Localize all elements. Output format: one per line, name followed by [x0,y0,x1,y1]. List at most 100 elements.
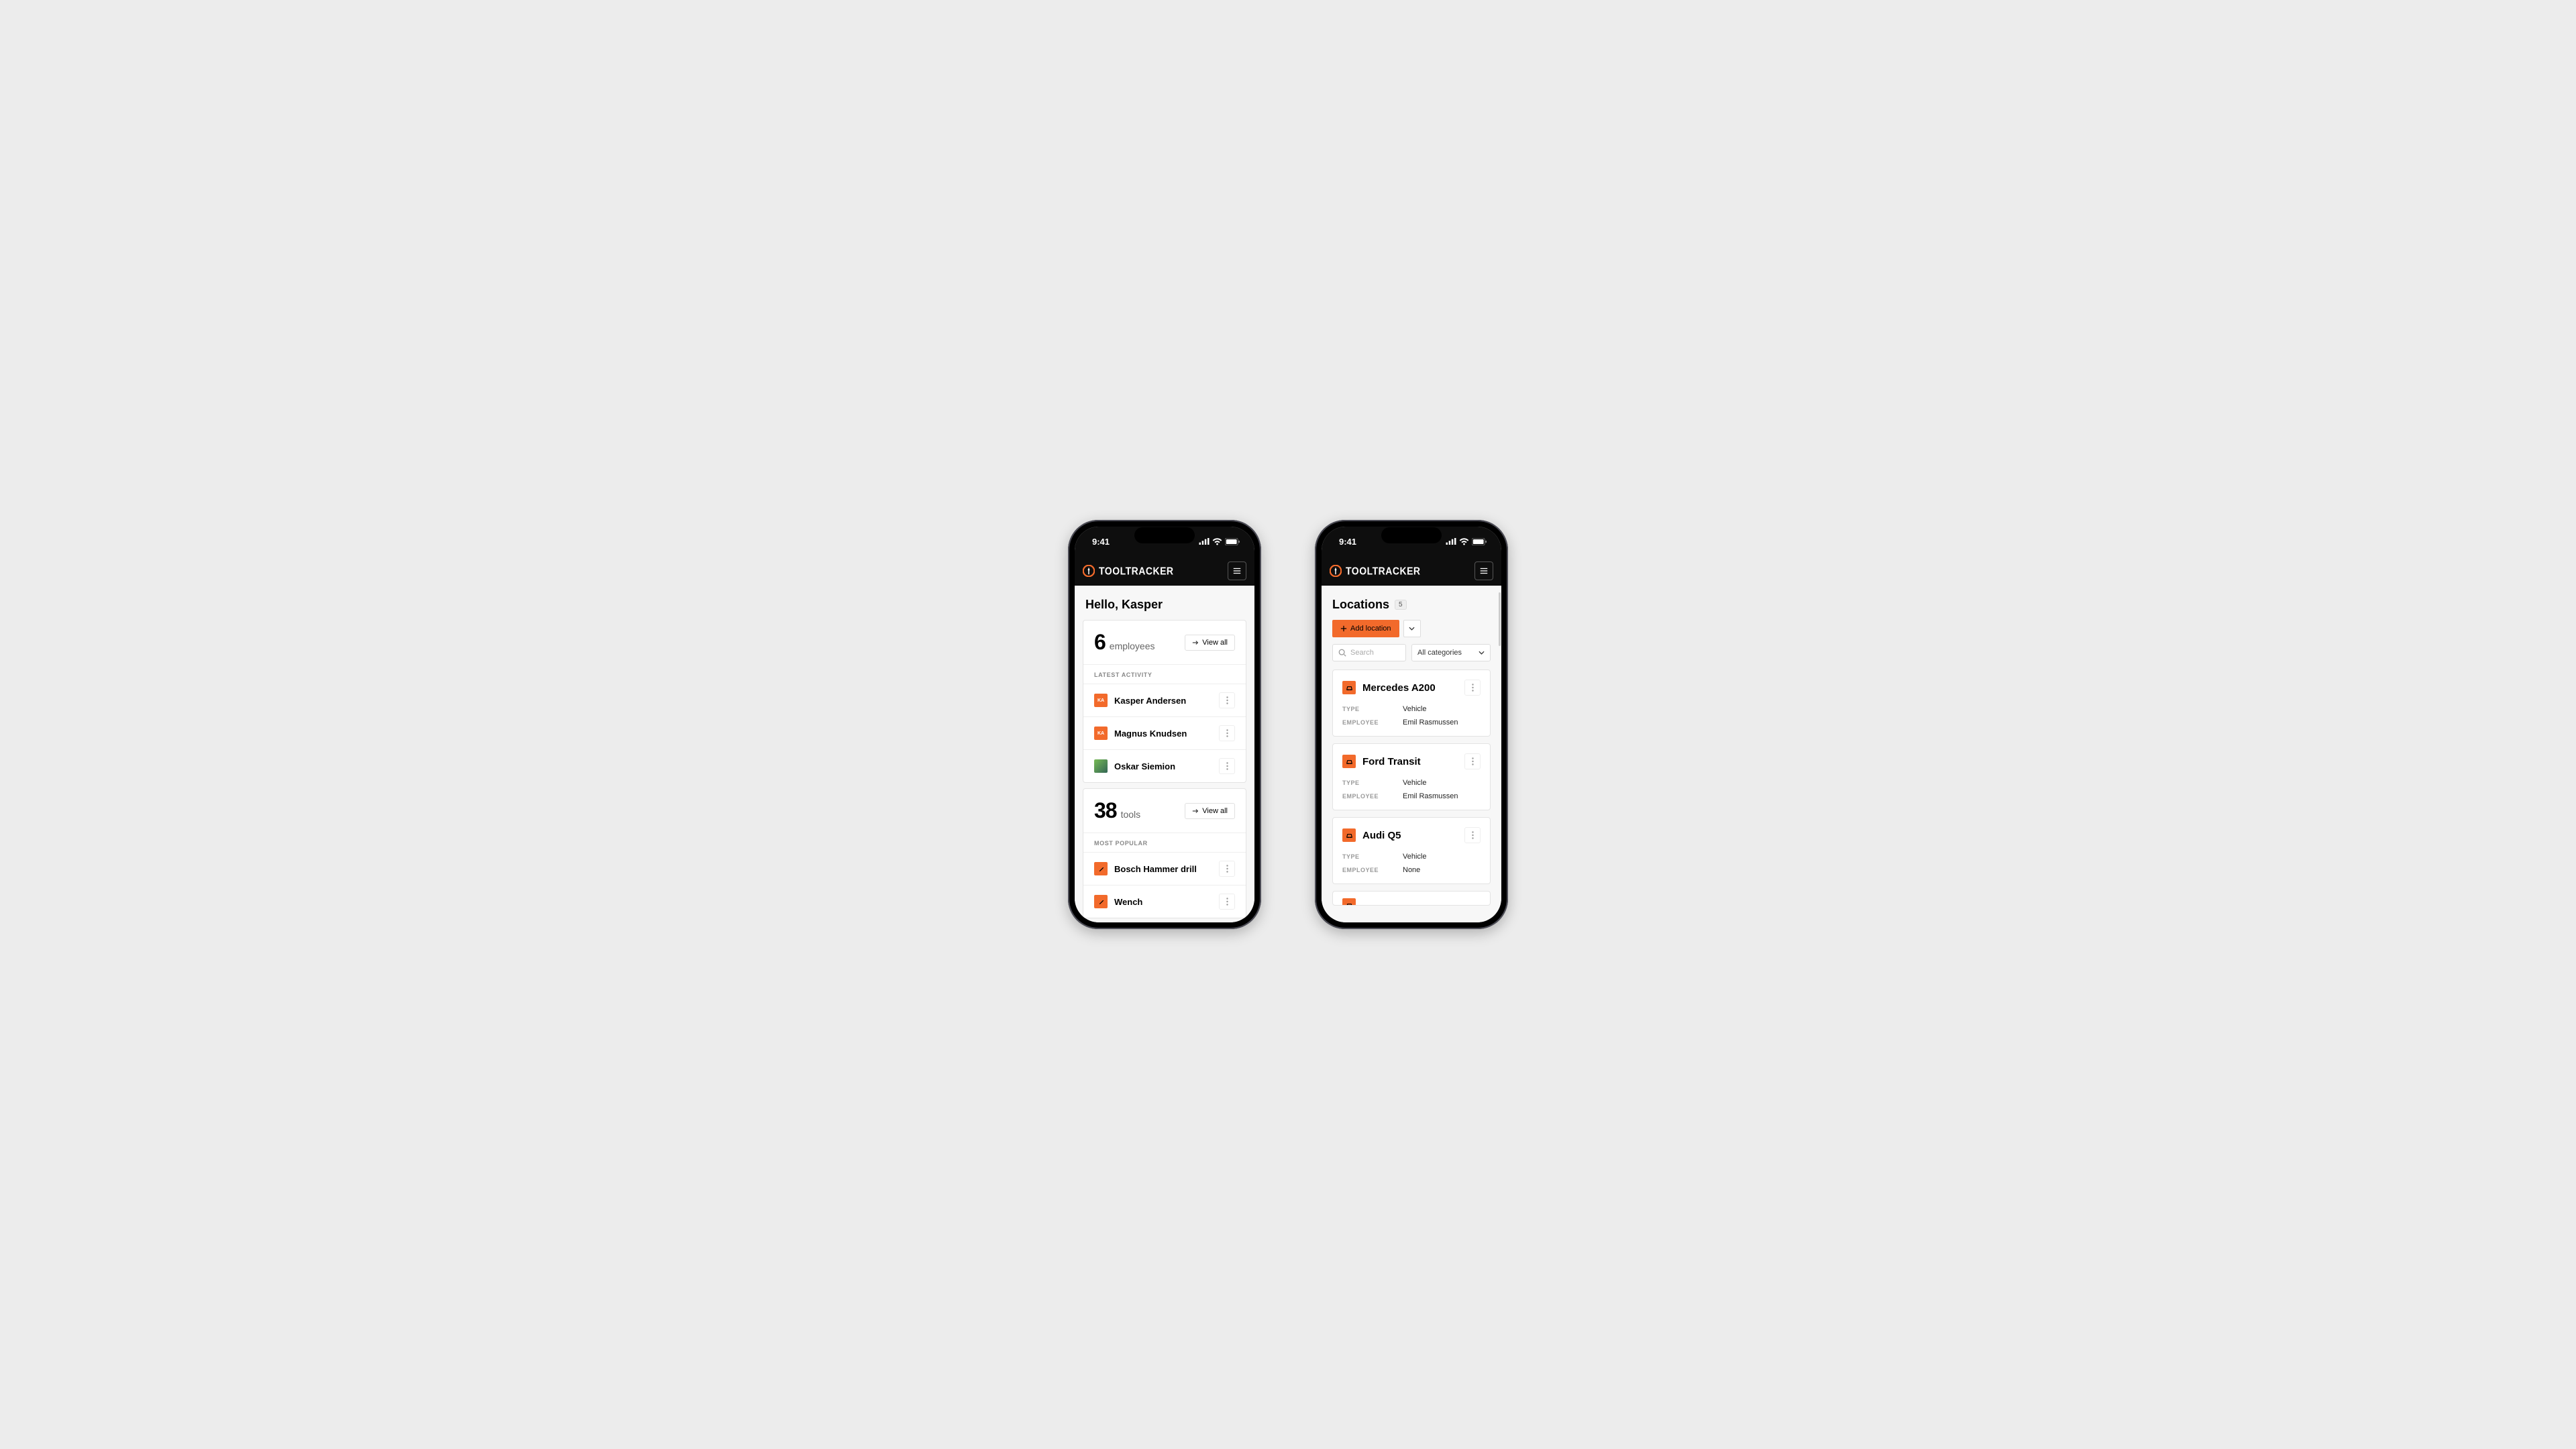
tool-row[interactable]: Bosch Hammer drill [1083,852,1246,885]
battery-icon [1225,538,1240,545]
employees-view-all-button[interactable]: View all [1185,635,1235,651]
field-type-value: Vehicle [1403,779,1426,787]
tool-icon [1094,895,1108,908]
phone-locations: 9:41 TOOLTRACKER [1315,520,1508,929]
field-type-value: Vehicle [1403,853,1426,861]
tools-label: tools [1121,809,1141,820]
dynamic-island [1134,527,1195,543]
location-card[interactable]: Ford Transit TYPEVehicle EMPLOYEEEmil Ra… [1332,743,1491,810]
category-select[interactable]: All categories [1411,644,1491,661]
menu-button[interactable] [1474,561,1493,580]
location-card[interactable]: Mercedes A200 TYPEVehicle EMPLOYEEEmil R… [1332,669,1491,737]
status-time: 9:41 [1092,537,1110,547]
row-menu-button[interactable] [1219,725,1235,741]
location-name: Audi Q5 [1362,830,1401,841]
kebab-icon [1226,729,1228,737]
add-location-label: Add location [1350,625,1391,633]
vehicle-icon [1342,681,1356,694]
field-type-label: TYPE [1342,853,1403,861]
locations-content: Locations 5 Add location Search [1322,586,1501,922]
kebab-icon [1472,684,1474,692]
employee-name: Magnus Knudsen [1114,729,1187,739]
kebab-icon [1226,696,1228,704]
activity-row[interactable]: Oskar Siemion [1083,749,1246,782]
tool-name: Bosch Hammer drill [1114,864,1197,874]
row-menu-button[interactable] [1219,861,1235,877]
employee-name: Kasper Andersen [1114,696,1186,706]
kebab-icon [1226,865,1228,873]
field-employee-value: Emil Rasmussen [1403,792,1458,800]
hamburger-icon [1479,566,1489,576]
arrow-right-icon [1192,639,1199,646]
vehicle-icon [1342,755,1356,768]
field-employee-value: None [1403,866,1420,874]
activity-row[interactable]: KA Magnus Knudsen [1083,716,1246,749]
tools-card: 38 tools View all MOST POPULAR [1083,788,1246,918]
cellular-icon [1199,538,1210,545]
search-icon [1338,649,1346,657]
location-name: Mercedes A200 [1362,682,1436,694]
menu-button[interactable] [1228,561,1246,580]
brand[interactable]: TOOLTRACKER [1330,565,1421,577]
employees-count: 6 [1094,630,1106,655]
chevron-down-icon [1409,627,1415,631]
plus-icon [1340,625,1347,632]
locations-count-badge: 5 [1395,600,1407,610]
view-all-label: View all [1202,639,1228,647]
view-all-label: View all [1202,807,1228,815]
kebab-icon [1226,762,1228,770]
employees-card: 6 employees View all LATEST ACTIVITY KA … [1083,620,1246,783]
add-location-dropdown[interactable] [1403,620,1421,637]
app-header: TOOLTRACKER [1075,556,1254,586]
hamburger-icon [1232,566,1242,576]
brand-name: TOOLTRACKER [1346,565,1421,577]
field-employee-label: EMPLOYEE [1342,866,1403,874]
app-header: TOOLTRACKER [1322,556,1501,586]
brand-logo-icon [1083,565,1095,577]
page-title: Locations 5 [1322,595,1501,620]
chevron-down-icon [1479,651,1485,655]
avatar: KA [1094,727,1108,740]
employee-name: Oskar Siemion [1114,761,1175,771]
kebab-icon [1472,757,1474,765]
card-menu-button[interactable] [1464,680,1481,696]
card-menu-button[interactable] [1464,827,1481,843]
latest-activity-label: LATEST ACTIVITY [1083,664,1246,684]
tool-row[interactable]: Wench [1083,885,1246,918]
row-menu-button[interactable] [1219,894,1235,910]
home-content: Hello, Kasper 6 employees View all LATES [1075,586,1254,922]
field-type-value: Vehicle [1403,705,1426,713]
wifi-icon [1459,538,1469,545]
row-menu-button[interactable] [1219,692,1235,708]
locations-title: Locations [1332,598,1389,612]
add-location-button[interactable]: Add location [1332,620,1399,637]
location-card-partial[interactable] [1332,891,1491,906]
activity-row[interactable]: KA Kasper Andersen [1083,684,1246,716]
employees-label: employees [1110,641,1155,651]
brand[interactable]: TOOLTRACKER [1083,565,1174,577]
status-time: 9:41 [1339,537,1356,547]
arrow-right-icon [1192,808,1199,814]
row-menu-button[interactable] [1219,758,1235,774]
card-menu-button[interactable] [1464,753,1481,769]
brand-name: TOOLTRACKER [1099,565,1174,577]
wifi-icon [1212,538,1222,545]
tool-name: Wench [1114,897,1142,907]
tools-count: 38 [1094,798,1117,823]
field-type-label: TYPE [1342,705,1403,713]
search-input[interactable]: Search [1332,644,1406,661]
vehicle-icon [1342,898,1356,906]
scrollbar[interactable] [1499,592,1501,646]
cellular-icon [1446,538,1456,545]
avatar: KA [1094,694,1108,707]
field-type-label: TYPE [1342,779,1403,787]
most-popular-label: MOST POPULAR [1083,833,1246,852]
brand-logo-icon [1330,565,1342,577]
location-card[interactable]: Audi Q5 TYPEVehicle EMPLOYEENone [1332,817,1491,884]
search-placeholder: Search [1350,649,1374,657]
kebab-icon [1472,831,1474,839]
vehicle-icon [1342,828,1356,842]
tools-view-all-button[interactable]: View all [1185,803,1235,819]
page-title: Hello, Kasper [1075,595,1254,620]
category-selected: All categories [1417,649,1462,657]
